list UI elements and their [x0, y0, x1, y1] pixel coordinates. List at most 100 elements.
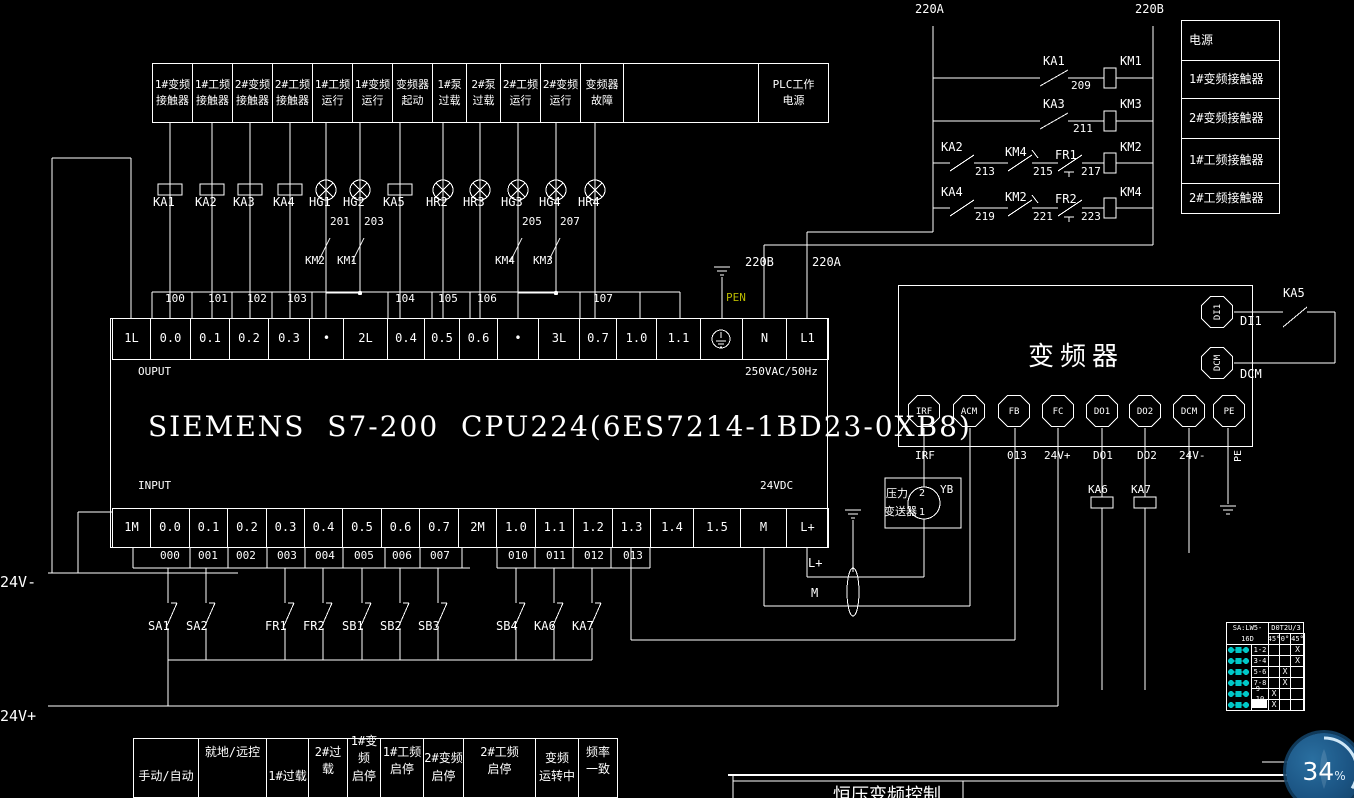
label-components-relays_top-2: KA3 — [233, 196, 255, 210]
plc-output-terminal: 1.1 — [656, 318, 701, 360]
label-components-lamp_wires-3: 207 — [560, 216, 580, 229]
plc-input-terminal: 0.1 — [189, 508, 228, 548]
right-table-cell: 1#工频接触器 — [1181, 138, 1280, 184]
label-components-lamps-3: HR3 — [463, 196, 485, 210]
bottom-table-cell: 频率 一致 — [578, 738, 618, 798]
right-table-cell: 电源 — [1181, 20, 1280, 61]
label-plc-output_wires-0: 100 — [165, 293, 185, 306]
label-plc-input_wires-5: 005 — [354, 550, 374, 563]
label-components-relays_top-3: KA4 — [273, 196, 295, 210]
shield-ellipse — [847, 568, 859, 616]
label-transmitter-tag: YB — [940, 484, 953, 497]
cam-table-highlight — [1252, 700, 1267, 708]
label-components-switches-7: SB4 — [496, 620, 518, 634]
label-plc-pen_label: PEN — [726, 292, 746, 305]
label-transmitter-pin_top: 2 — [919, 488, 925, 500]
top-table-cell: 2#泵 过载 — [466, 63, 501, 123]
label-transmitter-pin_bottom: 1 — [919, 507, 925, 519]
label-components-lamps-2: HR2 — [426, 196, 448, 210]
label-plc-input_label: INPUT — [138, 480, 171, 493]
label-plc-input_wires-10: 012 — [584, 550, 604, 563]
progress-ring — [1286, 733, 1354, 798]
bottom-table-cell: 手动/自动 — [133, 738, 199, 798]
label-inverter-below_labels-2: 24V+ — [1044, 450, 1071, 463]
label-components-lamps-1: HG2 — [343, 196, 365, 210]
label-components-lamp_wires-0: 201 — [330, 216, 350, 229]
cam-table-title: SA:LW5-16D — [1226, 622, 1269, 645]
label-ladder-rungs-3-contacts-2-wire: 223 — [1081, 211, 1101, 224]
label-ladder-rungs-2-contacts-2-label: FR1 — [1055, 149, 1077, 163]
label-components-lamp_contacts-2: KM4 — [495, 255, 515, 268]
plc-input-terminal: 1.0 — [496, 508, 536, 548]
plc-input-terminal: 1M — [112, 508, 151, 548]
label-buses-minus: 24V- — [0, 574, 36, 591]
label-ladder-rungs-2-contacts-0-label: KA2 — [941, 141, 963, 155]
plc-output-terminal: • — [309, 318, 344, 360]
right-table-cell: 2#变频接触器 — [1181, 98, 1280, 139]
label-inverter-side_labels-di1: DI1 — [1240, 315, 1262, 329]
plc-input-terminal: 1.2 — [573, 508, 613, 548]
plc-output-terminal — [700, 318, 743, 360]
plc-input-terminal: 0.6 — [381, 508, 420, 548]
label-title_block-partial_text: 恒压变频控制 — [833, 786, 941, 798]
label-transmitter-line1: 压力 — [886, 488, 908, 501]
label-plc-input_wires-1: 001 — [198, 550, 218, 563]
label-ladder-rungs-2-contacts-0-wire: 213 — [975, 166, 995, 179]
plc-input-terminal: 2M — [458, 508, 497, 548]
plc-input-terminal: 0.4 — [304, 508, 343, 548]
label-plc-input_wires-7: 007 — [430, 550, 450, 563]
plc-input-terminal: 0.0 — [150, 508, 190, 548]
label-components-switches-1: SA2 — [186, 620, 208, 634]
label-ladder-rungs-0-contacts-0-label: KA1 — [1043, 55, 1065, 69]
label-plc-input_wires-8: 010 — [508, 550, 528, 563]
plc-output-terminal: 0.5 — [424, 318, 460, 360]
label-ladder-rungs-0-contacts-0-wire: 209 — [1071, 80, 1091, 93]
top-table-cell: 2#变频 接触器 — [232, 63, 273, 123]
label-components-lamp_wires-2: 205 — [522, 216, 542, 229]
bottom-table-cell: 变频 运转中 — [535, 738, 579, 798]
cad-canvas: IRFACMFBFCDO1DO2DCMPEDI1DCM 34 % 1#变频 接触… — [0, 0, 1354, 798]
bottom-table-cell: 2#变频 启停 — [423, 738, 464, 798]
plc-output-terminal: L1 — [786, 318, 829, 360]
top-table-cell: 1#泵 过载 — [432, 63, 467, 123]
label-ladder-rungs-2-coil: KM2 — [1120, 141, 1142, 155]
plc-output-terminal: 0.7 — [579, 318, 617, 360]
bottom-table-cell: 1#变频 启停 — [347, 738, 381, 798]
label-components-switches-6: SB3 — [418, 620, 440, 634]
label-plc-input_wires-4: 004 — [315, 550, 335, 563]
label-components-relays_top-0: KA1 — [153, 196, 175, 210]
label-components-lamps-6: HR4 — [578, 196, 600, 210]
plc-output-terminal: 3L — [538, 318, 580, 360]
plc-input-terminal: 0.3 — [266, 508, 305, 548]
plc-output-terminal: 0.3 — [268, 318, 310, 360]
progress-badge[interactable]: 34 % — [1286, 733, 1354, 798]
relay-coil-symbols — [158, 184, 412, 195]
label-plc-output_wires-3: 103 — [287, 293, 307, 306]
label-components-switches-3: FR2 — [303, 620, 325, 634]
label-ladder-rungs-1-coil: KM3 — [1120, 98, 1142, 112]
label-inverter-below_labels-0: IRF — [915, 450, 935, 463]
label-ladder-rungs-2-contacts-1-label: KM4 — [1005, 146, 1027, 160]
label-components-lamp_contacts-1: KM1 — [337, 255, 357, 268]
label-ladder-rungs-1-contacts-0-wire: 211 — [1073, 123, 1093, 136]
label-plc-input_wires-0: 000 — [160, 550, 180, 563]
label-ladder-top_left: 220A — [915, 3, 944, 17]
label-inverter-relays-1: KA7 — [1131, 484, 1151, 497]
label-plc-input_wires-6: 006 — [392, 550, 412, 563]
plc-input-terminal: 1.3 — [612, 508, 651, 548]
title-block-lines-inner — [733, 762, 1354, 798]
plc-input-terminal: M — [740, 508, 787, 548]
bottom-table-cell: 2#过载 — [308, 738, 348, 798]
label-analog-lplus: L+ — [808, 557, 822, 571]
label-inverter-side_labels-dcm: DCM — [1240, 368, 1262, 382]
plc-input-terminal: 1.4 — [650, 508, 694, 548]
label-inverter-below_labels-6: PE — [1233, 450, 1245, 462]
label-ladder-rungs-3-contacts-2-label: FR2 — [1055, 193, 1077, 207]
top-table-cell: PLC工作 电源 — [758, 63, 829, 123]
top-table-cell: 变频器 故障 — [580, 63, 624, 123]
top-table-cell: 1#变频 接触器 — [152, 63, 193, 123]
label-plc-input_wires-11: 013 — [623, 550, 643, 563]
label-transmitter-line2: 变送器 — [884, 506, 917, 519]
label-plc-output_wires-7: 107 — [593, 293, 613, 306]
label-plc-output_wires-2: 102 — [247, 293, 267, 306]
